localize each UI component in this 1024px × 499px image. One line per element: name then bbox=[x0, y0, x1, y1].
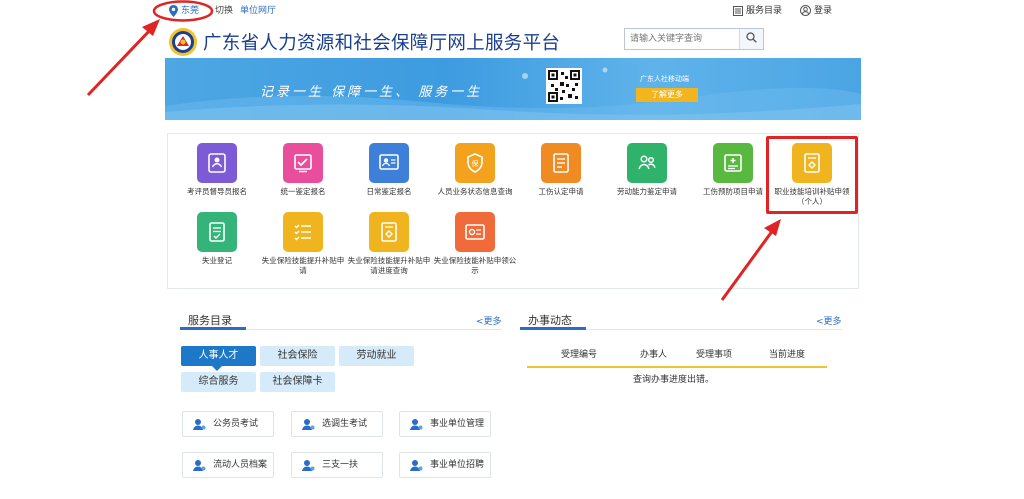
progress-doc-icon bbox=[369, 212, 409, 252]
service-examiner-registration[interactable]: 考评员督导员报名 bbox=[174, 143, 260, 197]
title-underline bbox=[520, 327, 586, 330]
form-check-icon bbox=[283, 143, 323, 183]
org-hall-link[interactable]: 单位网厅 bbox=[240, 0, 276, 22]
service-institution-recruitment[interactable]: 事业单位招聘 bbox=[399, 452, 491, 478]
service-label: 劳动能力鉴定申请 bbox=[617, 187, 677, 196]
medical-form-icon bbox=[713, 143, 753, 183]
service-skill-subsidy-public[interactable]: 失业保险技能补贴申领公示 bbox=[432, 212, 518, 276]
tab-comprehensive-services[interactable]: 综合服务 bbox=[181, 372, 256, 392]
tab-social-security-card[interactable]: 社会保障卡 bbox=[260, 372, 335, 392]
search-button[interactable] bbox=[739, 29, 763, 49]
shield-icon: 保 bbox=[455, 143, 495, 183]
service-label: 失业保险技能提升补贴申请进度查询 bbox=[347, 256, 431, 275]
service-unemployment-registration[interactable]: 失业登记 bbox=[174, 212, 260, 266]
service-skill-subsidy-apply[interactable]: 失业保险技能提升补贴申请 bbox=[260, 212, 346, 276]
title-underline bbox=[180, 327, 246, 330]
service-label: 工伤预防项目申请 bbox=[703, 187, 763, 196]
switch-city-link[interactable]: 切换 bbox=[215, 0, 233, 22]
service-label: 考评员督导员报名 bbox=[187, 187, 247, 196]
location-pin-icon bbox=[169, 5, 178, 20]
progress-more-link[interactable]: <更多 bbox=[816, 314, 842, 327]
tab-labor-employment[interactable]: 劳动就业 bbox=[339, 346, 414, 366]
service-item-label: 事业单位招聘 bbox=[430, 460, 485, 470]
tab-personnel-talent[interactable]: 人事人才 bbox=[181, 346, 256, 366]
service-label: 失业登记 bbox=[202, 256, 232, 265]
progress-title: 办事动态 bbox=[528, 314, 572, 327]
service-status-query[interactable]: 保 人员业务状态信息查询 bbox=[432, 143, 518, 197]
service-unified-appraisal[interactable]: 统一鉴定报名 bbox=[260, 143, 346, 197]
directory-icon bbox=[733, 6, 743, 19]
service-skill-subsidy-progress[interactable]: 失业保险技能提升补贴申请进度查询 bbox=[346, 212, 432, 276]
site-title: 广东省人力资源和社会保障厅网上服务平台 bbox=[203, 32, 561, 53]
service-labor-ability[interactable]: 劳动能力鉴定申请 bbox=[604, 143, 690, 197]
person-icon bbox=[300, 417, 316, 431]
service-label: 工伤认定申请 bbox=[538, 187, 584, 196]
service-item-label: 事业单位管理 bbox=[430, 419, 485, 429]
service-directory-title: 服务目录 bbox=[188, 314, 232, 327]
service-three-supports-one-aid[interactable]: 三支一扶 bbox=[291, 452, 383, 478]
banner-more-button[interactable]: 了解更多 bbox=[636, 88, 698, 102]
service-item-label: 公务员考试 bbox=[213, 419, 259, 429]
announcement-card-icon bbox=[455, 212, 495, 252]
table-header-divider bbox=[527, 366, 827, 368]
register-form-icon bbox=[197, 212, 237, 252]
column-header-applicant: 办事人 bbox=[640, 350, 668, 360]
service-injury-prevention[interactable]: 工伤预防项目申请 bbox=[690, 143, 776, 197]
progress-error-message: 查询办事进度出错。 bbox=[633, 375, 715, 385]
service-item-label: 三支一扶 bbox=[322, 460, 359, 470]
qr-code bbox=[546, 68, 582, 104]
service-label: 日常鉴定报名 bbox=[366, 187, 412, 196]
document-icon bbox=[541, 143, 581, 183]
ministry-logo bbox=[168, 27, 198, 57]
service-label: 人员业务状态信息查询 bbox=[437, 187, 513, 196]
column-header-matter: 受理事项 bbox=[696, 350, 733, 360]
service-label: 失业保险技能提升补贴申请 bbox=[261, 256, 345, 275]
search-input[interactable] bbox=[625, 29, 739, 49]
login-link[interactable]: 登录 bbox=[814, 0, 832, 22]
banner-slogan: 记录一生 保障一生、 服务一生 bbox=[260, 85, 483, 100]
column-header-acceptance-no: 受理编号 bbox=[561, 350, 598, 360]
svg-text:保: 保 bbox=[472, 159, 479, 168]
annotation-highlight-box bbox=[766, 136, 858, 214]
checklist-icon bbox=[283, 212, 323, 252]
search-icon bbox=[746, 32, 757, 46]
people-icon bbox=[627, 143, 667, 183]
id-card-icon bbox=[197, 143, 237, 183]
service-civil-servant-exam[interactable]: 公务员考试 bbox=[182, 411, 274, 437]
active-tab-caret bbox=[212, 366, 222, 371]
column-header-status: 当前进度 bbox=[769, 350, 806, 360]
service-label: 失业保险技能补贴申领公示 bbox=[433, 256, 517, 275]
person-icon bbox=[191, 417, 207, 431]
user-icon bbox=[800, 5, 811, 19]
top-bar bbox=[0, 0, 1024, 22]
banner-app-name: 广东人社移动端 bbox=[640, 75, 689, 83]
service-daily-appraisal[interactable]: 日常鉴定报名 bbox=[346, 143, 432, 197]
service-directory-more-link[interactable]: <更多 bbox=[476, 314, 502, 327]
person-icon bbox=[408, 417, 424, 431]
tab-social-insurance[interactable]: 社会保险 bbox=[260, 346, 335, 366]
service-selected-graduate-exam[interactable]: 选调生考试 bbox=[291, 411, 383, 437]
service-institution-management[interactable]: 事业单位管理 bbox=[399, 411, 491, 437]
service-item-label: 选调生考试 bbox=[322, 419, 368, 429]
person-icon bbox=[191, 458, 207, 472]
search-box bbox=[624, 28, 764, 50]
service-item-label: 流动人员档案 bbox=[213, 460, 268, 470]
person-icon bbox=[300, 458, 316, 472]
service-floating-personnel-archive[interactable]: 流动人员档案 bbox=[182, 452, 274, 478]
service-directory-link[interactable]: 服务目录 bbox=[746, 0, 782, 22]
city-link[interactable]: 东莞 bbox=[181, 0, 199, 22]
service-injury-recognition[interactable]: 工伤认定申请 bbox=[518, 143, 604, 197]
service-label: 统一鉴定报名 bbox=[280, 187, 326, 196]
profile-card-icon bbox=[369, 143, 409, 183]
person-icon bbox=[408, 458, 424, 472]
